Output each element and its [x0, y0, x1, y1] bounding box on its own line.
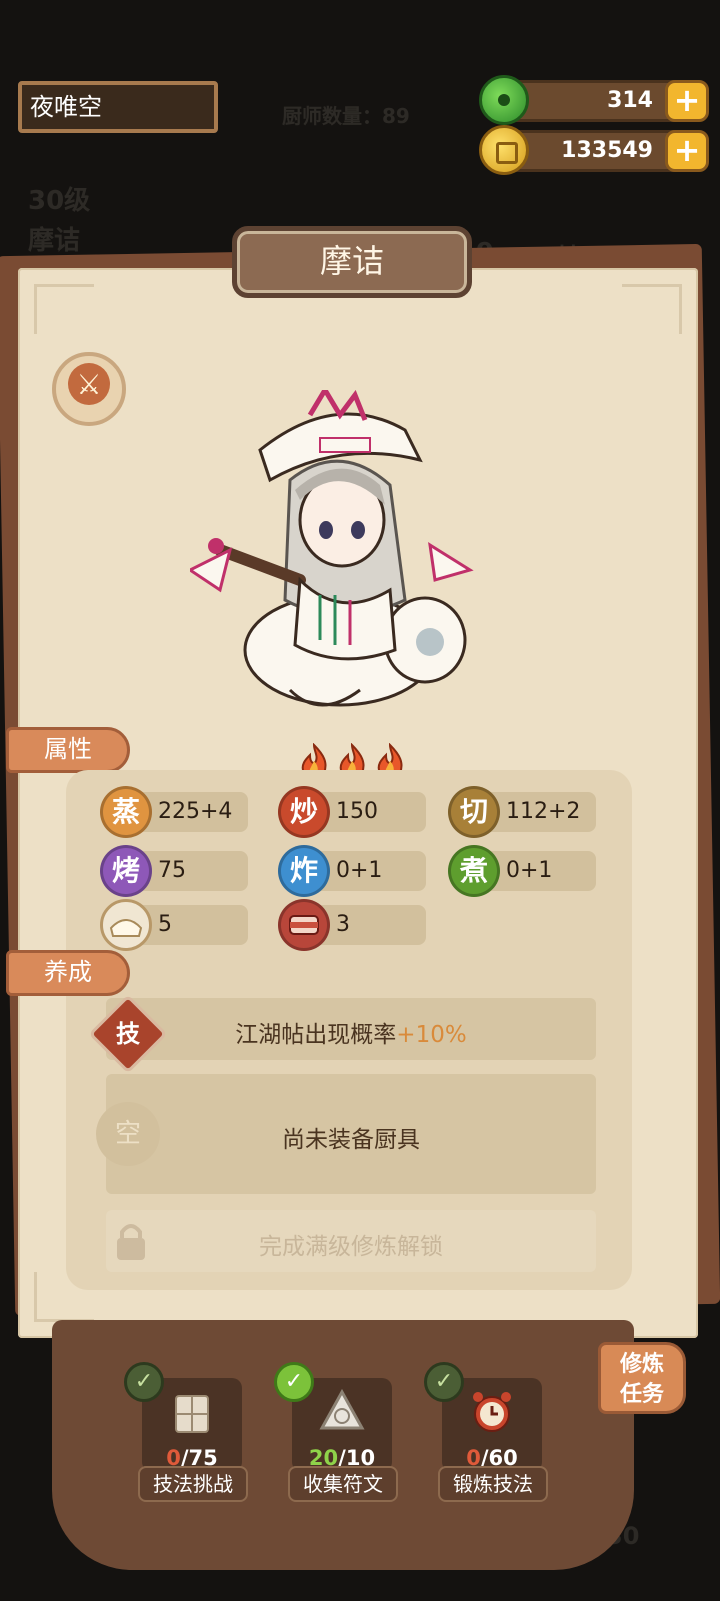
skill-text: 江湖帖出现概率 [235, 1022, 397, 1048]
task-label[interactable]: 收集符文 [288, 1466, 398, 1502]
train-line-2: 任务 [619, 1382, 664, 1407]
coin-value: 133549 [561, 138, 653, 163]
attr-value: 112+2 [506, 799, 581, 824]
check-icon: ✓ [274, 1362, 314, 1402]
lock-icon [117, 1224, 145, 1260]
jade-currency: 314 + [479, 75, 709, 125]
attr-boil: 煮 0+1 [448, 845, 596, 897]
scroll-book-icon [175, 1395, 209, 1433]
attr-value: 225+4 [158, 799, 233, 824]
check-icon: ✓ [124, 1362, 164, 1402]
attr-value: 0+1 [336, 858, 383, 883]
fry-icon: 炸 [278, 845, 330, 897]
chef-count-text: 厨师数量：89 [282, 104, 410, 128]
tab-attributes[interactable]: 属性 [6, 727, 130, 773]
training-task-button[interactable]: 修炼 任务 [598, 1342, 686, 1414]
skill-row[interactable]: 江湖帖出现概率+10% [106, 998, 596, 1060]
attr-fry: 炸 0+1 [278, 845, 426, 897]
empty-slot-icon: 空 [96, 1102, 160, 1166]
chef-title: 摩诘 [232, 226, 472, 298]
player-name[interactable]: 夜唯空 [18, 81, 218, 133]
corner-ornament [622, 284, 682, 334]
bg-level-text: 30级 [28, 186, 91, 216]
task-label[interactable]: 锻炼技法 [438, 1466, 548, 1502]
attr-value: 150 [336, 799, 378, 824]
attr-meat: 3 [278, 899, 426, 951]
flour-icon [100, 899, 152, 951]
stirfry-icon: 炒 [278, 786, 330, 838]
chef-portrait [190, 390, 474, 707]
add-jade-button[interactable]: + [665, 80, 709, 122]
train-line-1: 修炼 [619, 1352, 664, 1377]
attr-value: 3 [336, 912, 350, 937]
cut-icon: 切 [448, 786, 500, 838]
boil-icon: 煮 [448, 845, 500, 897]
attr-stirfry: 炒 150 [278, 786, 426, 838]
attr-steam: 蒸 225+4 [100, 786, 248, 838]
tab-growth[interactable]: 养成 [6, 950, 130, 996]
jade-icon [479, 75, 529, 125]
skill-icon-label: 技 [116, 1020, 140, 1048]
coin-currency: 133549 + [479, 125, 709, 175]
meat-icon [278, 899, 330, 951]
bg-chef-name: 摩诘 [28, 226, 81, 256]
attr-value: 5 [158, 912, 172, 937]
locked-row: 完成满级修炼解锁 [106, 1210, 596, 1272]
roast-icon: 烤 [100, 845, 152, 897]
chef-type-badge-icon[interactable] [52, 352, 126, 426]
steam-icon: 蒸 [100, 786, 152, 838]
check-icon: ✓ [424, 1362, 464, 1402]
attr-value: 75 [158, 858, 186, 883]
coin-icon [479, 125, 529, 175]
attr-flour: 5 [100, 899, 248, 951]
attr-cut: 切 112+2 [448, 786, 596, 838]
attr-roast: 烤 75 [100, 845, 248, 897]
equipment-slot[interactable]: 尚未装备厨具 [106, 1074, 596, 1194]
corner-ornament [34, 284, 94, 334]
locked-text: 完成满级修炼解锁 [259, 1234, 443, 1260]
alarm-clock-icon [473, 1392, 511, 1432]
add-coin-button[interactable]: + [665, 130, 709, 172]
attr-value: 0+1 [506, 858, 553, 883]
jade-value: 314 [607, 88, 653, 113]
equip-text: 尚未装备厨具 [282, 1127, 420, 1153]
rune-icon [319, 1388, 365, 1430]
skill-bonus: +10% [396, 1022, 467, 1048]
task-label[interactable]: 技法挑战 [138, 1466, 248, 1502]
